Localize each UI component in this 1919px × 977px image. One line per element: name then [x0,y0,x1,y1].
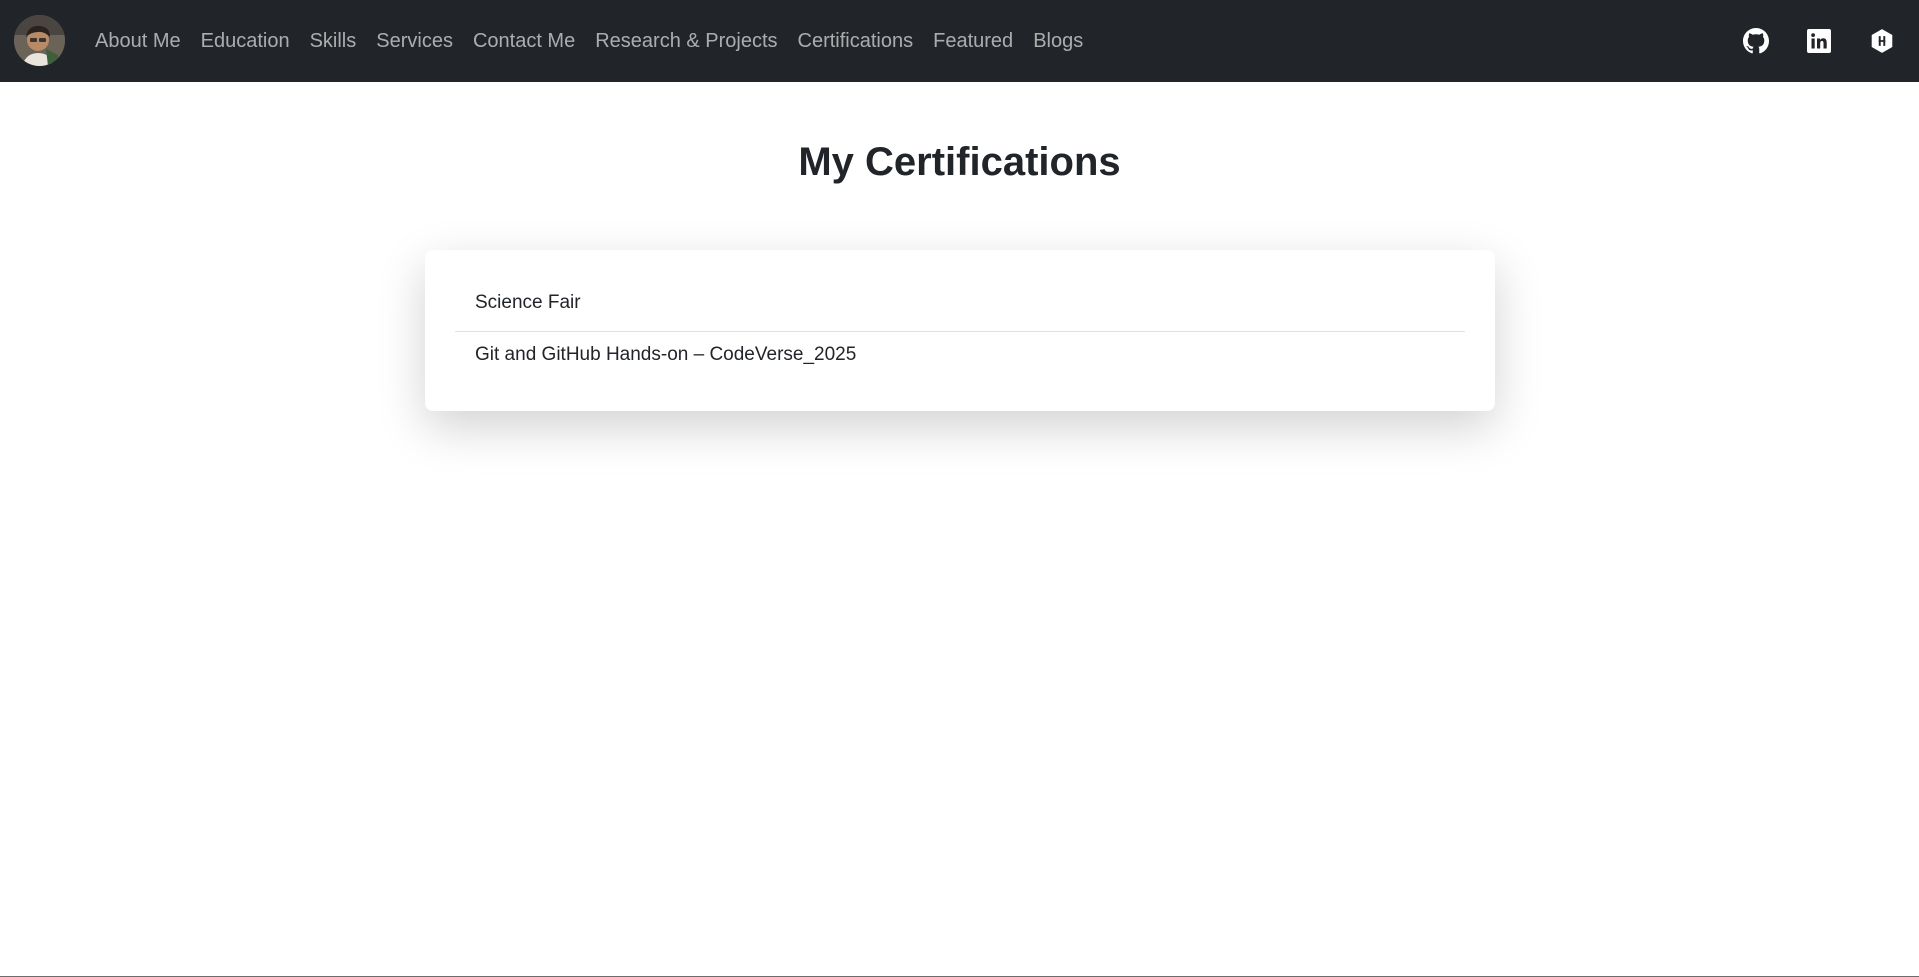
nav-links: About Me Education Skills Services Conta… [85,0,1093,82]
nav-link-about-me[interactable]: About Me [85,30,191,53]
nav-link-featured[interactable]: Featured [923,30,1023,53]
top-navbar: About Me Education Skills Services Conta… [0,0,1919,82]
hashnode-icon [1871,29,1893,53]
nav-link-research-projects[interactable]: Research & Projects [585,30,787,53]
list-item-git-github-hands-on[interactable]: Git and GitHub Hands-on – CodeVerse_2025 [455,332,1465,382]
linkedin-icon [1807,29,1831,53]
nav-link-services[interactable]: Services [366,30,463,53]
nav-link-contact-me[interactable]: Contact Me [463,30,585,53]
nav-link-blogs[interactable]: Blogs [1023,30,1093,53]
nav-link-certifications[interactable]: Certifications [788,30,924,53]
certifications-list: Science Fair Git and GitHub Hands-on – C… [455,280,1465,382]
github-link[interactable] [1736,0,1776,82]
github-icon [1743,28,1769,54]
nav-link-skills[interactable]: Skills [300,30,367,53]
avatar[interactable] [14,15,65,66]
nav-link-education[interactable]: Education [191,30,300,53]
page-title: My Certifications [798,140,1121,184]
linkedin-link[interactable] [1799,0,1839,82]
hashnode-link[interactable] [1862,0,1902,82]
certifications-card: Science Fair Git and GitHub Hands-on – C… [425,250,1495,411]
avatar-image [14,15,65,66]
list-item-science-fair[interactable]: Science Fair [455,280,1465,332]
